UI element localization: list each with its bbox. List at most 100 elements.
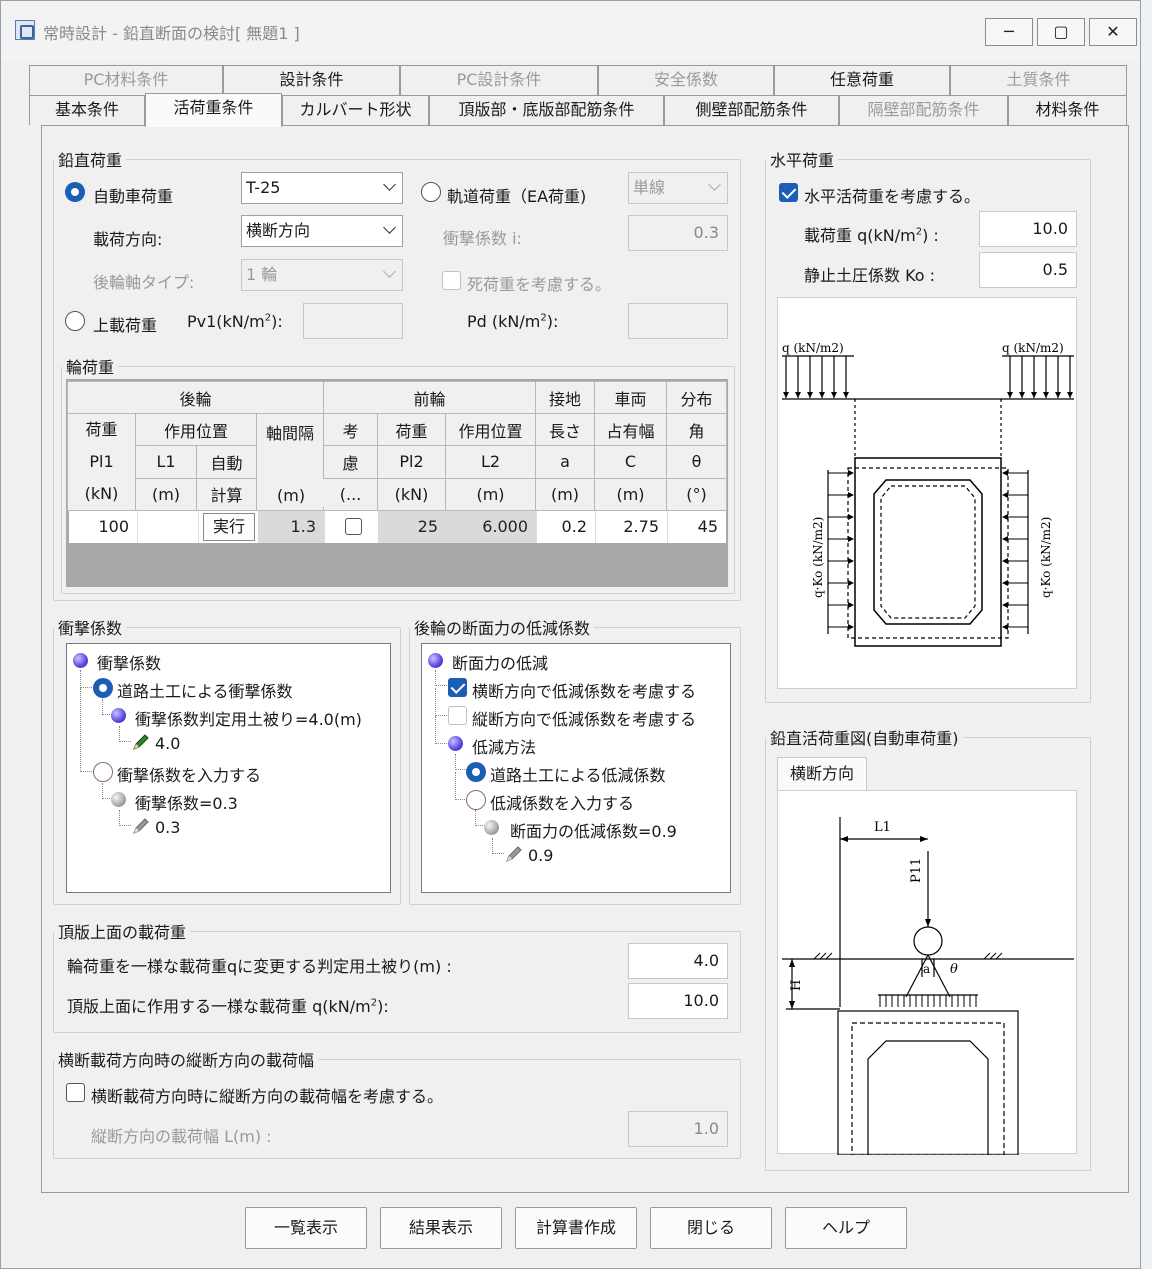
impact-coef-input[interactable]: 0.3 — [628, 215, 728, 251]
tab-transverse[interactable]: 横断方向 — [777, 757, 867, 791]
header-dist: 分布 — [666, 381, 727, 414]
tab-live-load[interactable]: 活荷重条件 — [145, 93, 282, 127]
exec-cell: 実行 — [198, 511, 258, 543]
app-icon — [15, 20, 35, 40]
tab-design-conditions[interactable]: 設計条件 — [223, 65, 400, 95]
dead-load-checkbox[interactable] — [442, 271, 461, 290]
car-load-label: 自動車荷重 — [93, 187, 174, 206]
tab-sidewall-rebar[interactable]: 側壁部配筋条件 — [664, 95, 839, 125]
maximize-button[interactable]: ▢ — [1037, 18, 1085, 46]
reduction-longitudinal-label: 縦断方向で低減係数を考慮する — [472, 710, 697, 729]
tab-culvert-shape[interactable]: カルバート形状 — [282, 95, 429, 125]
pd-close: ): — [546, 312, 559, 331]
tree-line — [435, 716, 449, 744]
tab-soil-conditions[interactable]: 土質条件 — [950, 65, 1127, 95]
tree-line — [119, 726, 131, 742]
exec-button[interactable]: 実行 — [203, 513, 255, 541]
tree-line — [435, 688, 449, 716]
q-left-label: q (kN/m2) — [782, 341, 844, 355]
tab-partition-rebar[interactable]: 隔壁部配筋条件 — [839, 95, 1008, 125]
pencil-icon — [133, 818, 149, 834]
pv1-label: Pv1(kN/m2): — [187, 312, 283, 331]
car-type-select[interactable]: T-25 — [241, 172, 403, 204]
a-label: a — [923, 962, 930, 976]
header-cons: 考 — [323, 412, 378, 447]
impact-coef-label: 衝撃係数 i: — [443, 229, 522, 248]
uniform-load-input[interactable]: 10.0 — [628, 983, 728, 1019]
chevron-down-icon — [383, 221, 396, 234]
wheel-load-table: 後輪 前輪 接地 車両 分布 荷重 Pl1 (kN) 作用位置 軸間隔 考 荷重 作… — [67, 381, 727, 512]
direction-select[interactable]: 横断方向 — [241, 215, 403, 247]
close-button[interactable]: ✕ — [1089, 18, 1137, 46]
reduction-input-radio[interactable] — [466, 790, 486, 810]
vertical-diagram-svg: L1 P11 H a θ — [782, 817, 1074, 1156]
rail-type-value: 単線 — [633, 178, 666, 197]
horizontal-live-checkbox[interactable] — [779, 183, 798, 202]
close-icon: ✕ — [1106, 22, 1120, 41]
h-load: 荷重 — [85, 420, 118, 439]
tree-line — [492, 838, 504, 854]
top-slab-legend: 頂版上面の載荷重 — [58, 923, 187, 942]
c-cell[interactable]: 2.75 — [595, 511, 667, 543]
tree-line — [119, 810, 131, 826]
rail-type-select[interactable]: 単線 — [628, 172, 728, 204]
rail-load-radio[interactable] — [421, 182, 441, 202]
pl1-cell[interactable]: 100 — [69, 511, 137, 543]
tab-arbitrary-load[interactable]: 任意荷重 — [774, 65, 950, 95]
vertical-live-diagram-legend: 鉛直活荷重図(自動車荷重) — [770, 729, 959, 748]
pv1-input[interactable] — [303, 303, 403, 339]
impact-input-radio[interactable] — [93, 762, 113, 782]
reduction-factor-value[interactable]: 0.9 — [528, 846, 553, 865]
qko-left-label: q·Ko (kN/m2) — [811, 517, 825, 598]
close-dialog-button[interactable]: 閉じる — [650, 1207, 772, 1249]
pd-input[interactable] — [628, 303, 728, 339]
loading-width-input[interactable]: 1.0 — [628, 1111, 728, 1147]
help-button[interactable]: ヘルプ — [785, 1207, 907, 1249]
horizontal-q-input[interactable]: 10.0 — [979, 211, 1077, 247]
h-ukn: (kN) — [84, 484, 119, 503]
tab-pc-design[interactable]: PC設計条件 — [400, 65, 598, 95]
tab-pc-material[interactable]: PC材料条件 — [29, 65, 223, 95]
tab-material-conditions[interactable]: 材料条件 — [1008, 95, 1127, 125]
h-pl1: Pl1 — [89, 452, 114, 471]
a-cell[interactable]: 0.2 — [536, 511, 595, 543]
report-button[interactable]: 計算書作成 — [515, 1207, 637, 1249]
q-right-label: q (kN/m2) — [1002, 341, 1064, 355]
tree-line — [455, 754, 467, 770]
header-width: 占有幅 — [594, 412, 667, 447]
ko-input[interactable]: 0.5 — [979, 252, 1077, 288]
unit-pl2: (kN) — [377, 477, 446, 512]
result-view-button[interactable]: 結果表示 — [380, 1207, 502, 1249]
reduction-input-label: 低減係数を入力する — [490, 794, 635, 813]
reduction-road-radio[interactable] — [466, 762, 486, 782]
tab-basic-conditions[interactable]: 基本条件 — [29, 95, 145, 125]
reduction-longitudinal-checkbox[interactable] — [448, 706, 467, 725]
header-cons2: 慮 — [323, 445, 378, 479]
impact-factor-value[interactable]: 0.3 — [155, 818, 180, 837]
l1-cell[interactable] — [137, 511, 198, 543]
impact-root: 衝撃係数 — [97, 654, 162, 673]
direction-value: 横断方向 — [246, 221, 311, 240]
node-bullet-icon — [484, 820, 499, 835]
consider-checkbox[interactable] — [345, 518, 362, 535]
impact-cover-value[interactable]: 4.0 — [155, 734, 180, 753]
vertical-live-diagram: L1 P11 H a θ — [777, 790, 1077, 1156]
rear-axle-select[interactable]: 1 輪 — [241, 259, 403, 291]
car-load-radio[interactable] — [65, 182, 85, 202]
loading-width-legend: 横断載荷方向時の縦断方向の載荷幅 — [58, 1051, 315, 1070]
upper-load-radio[interactable] — [65, 311, 85, 331]
reduction-transverse-checkbox[interactable] — [448, 678, 467, 697]
tree-line — [455, 772, 467, 800]
header-theta: θ — [666, 445, 727, 479]
judge-cover-input[interactable]: 4.0 — [628, 943, 728, 979]
list-view-button[interactable]: 一覧表示 — [245, 1207, 367, 1249]
pv1-text: Pv1(kN/m — [187, 312, 265, 331]
tab-safety-factor[interactable]: 安全係数 — [598, 65, 774, 95]
loading-width-checkbox[interactable] — [66, 1083, 85, 1102]
impact-road-radio[interactable] — [93, 678, 113, 698]
tab-slab-rebar[interactable]: 頂版部・底版部配筋条件 — [429, 95, 664, 125]
rear-axle-value: 1 輪 — [246, 265, 278, 284]
header-cons3: (... — [323, 477, 378, 512]
minimize-button[interactable]: ─ — [985, 18, 1033, 46]
theta-cell[interactable]: 45 — [667, 511, 726, 543]
